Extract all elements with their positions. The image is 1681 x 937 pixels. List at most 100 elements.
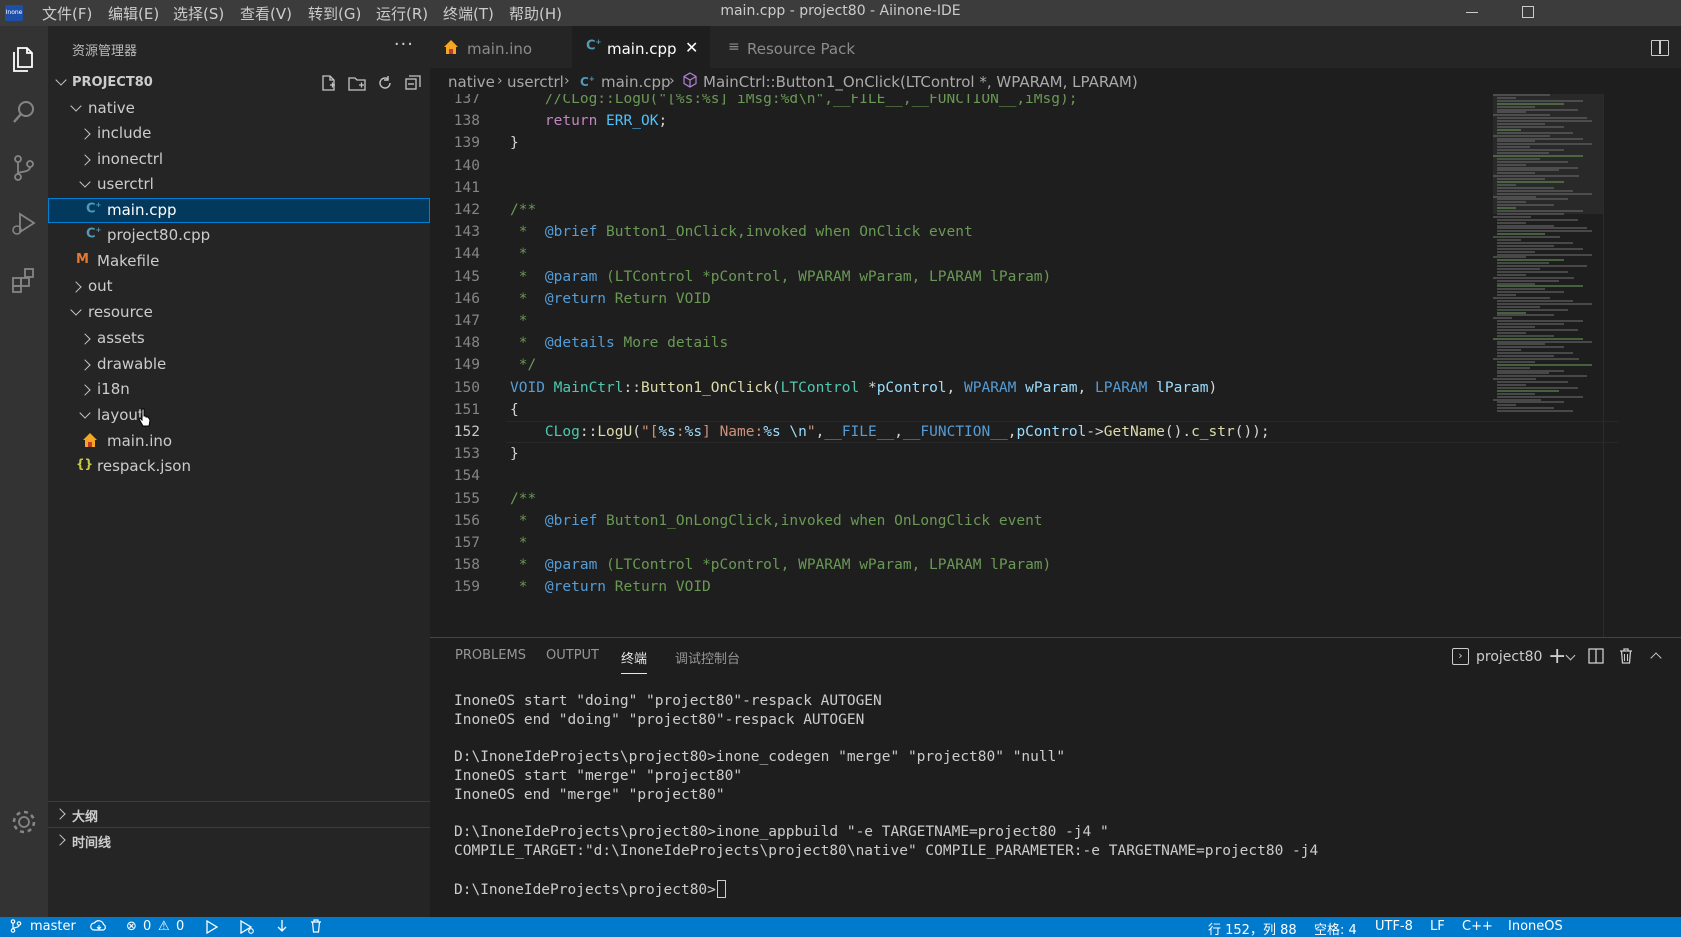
menu-selection[interactable]: 选择(S): [173, 3, 224, 24]
os-indicator[interactable]: InoneOS: [1508, 919, 1563, 934]
code-line[interactable]: 138 return ERR_OK;: [430, 110, 1610, 132]
panel-tab-terminal[interactable]: 终端: [621, 648, 648, 674]
tree-file-main-ino[interactable]: main.ino: [48, 429, 430, 454]
breadcrumb-userctrl[interactable]: userctrl: [507, 73, 564, 91]
menu-view[interactable]: 查看(V): [240, 3, 292, 24]
download-icon[interactable]: [276, 919, 288, 937]
code-line[interactable]: 152 CLog::LogU("[%s:%s] Name:%s \n",__FI…: [430, 421, 1610, 443]
code-line[interactable]: 151 {: [430, 399, 1610, 421]
split-editor-icon[interactable]: [1651, 40, 1669, 56]
outline-section[interactable]: 大纲: [48, 801, 430, 825]
code-line[interactable]: 146 * @return Return VOID: [430, 288, 1610, 310]
end-of-line[interactable]: LF: [1430, 919, 1445, 934]
menu-run[interactable]: 运行(R): [376, 3, 428, 24]
breadcrumb-symbol[interactable]: MainCtrl::Button1_OnClick(LTControl *, W…: [703, 73, 1138, 91]
tree-folder-assets[interactable]: assets: [48, 326, 430, 351]
menu-goto[interactable]: 转到(G): [308, 3, 361, 24]
trash-icon[interactable]: [1618, 648, 1634, 669]
code-line[interactable]: 145 * @param (LTControl *pControl, WPARA…: [430, 266, 1610, 288]
collapse-all-icon[interactable]: [404, 74, 422, 92]
code-line[interactable]: 153}: [430, 443, 1610, 465]
warning-count[interactable]: 0: [176, 919, 184, 934]
tab-main-ino[interactable]: main.ino: [430, 26, 570, 68]
tree-folder-include[interactable]: include: [48, 121, 430, 146]
tree-folder-i18n[interactable]: i18n: [48, 377, 430, 402]
code-line[interactable]: 158 * @param (LTControl *pControl, WPARA…: [430, 554, 1610, 576]
panel-tab-debug-console[interactable]: 调试控制台: [675, 648, 740, 667]
menu-file[interactable]: 文件(F): [42, 3, 92, 24]
debug-run-icon[interactable]: [239, 919, 255, 937]
extensions-icon[interactable]: [8, 264, 40, 296]
error-count[interactable]: 0: [143, 919, 151, 934]
source-control-icon[interactable]: [8, 152, 40, 184]
tree-folder-out[interactable]: out: [48, 274, 430, 299]
tree-folder-inonectrl[interactable]: inonectrl: [48, 147, 430, 172]
panel-tab-problems[interactable]: PROBLEMS: [455, 648, 526, 663]
menu-terminal[interactable]: 终端(T): [443, 3, 494, 24]
sync-cloud-icon[interactable]: [90, 919, 108, 937]
code-line[interactable]: 154: [430, 465, 1610, 487]
panel-tab-output[interactable]: OUTPUT: [546, 648, 599, 663]
code-line[interactable]: 137 //CLog::LogU("[%s:%s] iMsg:%d\n",__F…: [430, 94, 1610, 110]
code-line[interactable]: 143 * @brief Button1_OnClick,invoked whe…: [430, 221, 1610, 243]
indentation[interactable]: 空格: 4: [1314, 919, 1357, 937]
timeline-section[interactable]: 时间线: [48, 827, 430, 851]
code-line[interactable]: 157 *: [430, 532, 1610, 554]
code-line[interactable]: 144 *: [430, 243, 1610, 265]
refresh-icon[interactable]: [376, 74, 394, 92]
explorer-icon[interactable]: [8, 42, 40, 74]
chevron-down-icon[interactable]: [1565, 650, 1576, 661]
trash-icon[interactable]: [310, 919, 322, 937]
code-line[interactable]: 140: [430, 155, 1610, 177]
menu-edit[interactable]: 编辑(E): [108, 3, 159, 24]
breadcrumb-main-cpp[interactable]: main.cpp: [601, 73, 671, 91]
language-mode[interactable]: C++: [1462, 919, 1493, 934]
maximize-panel-icon[interactable]: [1650, 652, 1662, 664]
tree-folder-native[interactable]: native: [48, 96, 430, 121]
code-line[interactable]: 149 */: [430, 354, 1610, 376]
more-actions-icon[interactable]: ···: [394, 34, 414, 55]
error-icon[interactable]: ⊗: [126, 919, 137, 934]
tree-folder-drawable[interactable]: drawable: [48, 352, 430, 377]
tree-file-makefile[interactable]: M Makefile: [48, 249, 430, 274]
search-icon[interactable]: [8, 96, 40, 128]
tree-file-main-cpp[interactable]: C+ main.cpp: [48, 198, 430, 223]
app-logo[interactable]: Inone: [5, 5, 23, 21]
code-line[interactable]: 148 * @details More details: [430, 332, 1610, 354]
code-line[interactable]: 139}: [430, 132, 1610, 154]
project-header[interactable]: PROJECT80: [48, 70, 430, 94]
split-terminal-icon[interactable]: [1488, 648, 1604, 669]
menu-help[interactable]: 帮助(H): [509, 3, 562, 24]
code-line[interactable]: 142 /**: [430, 199, 1610, 221]
maximize-button[interactable]: [1505, 0, 1551, 26]
new-folder-icon[interactable]: [348, 74, 366, 92]
new-file-icon[interactable]: [320, 74, 338, 92]
breadcrumb-native[interactable]: native: [448, 73, 495, 91]
encoding[interactable]: UTF-8: [1375, 919, 1413, 934]
minimap[interactable]: [1493, 94, 1603, 414]
cursor-position[interactable]: 行 152，列 88: [1208, 919, 1297, 937]
code-line[interactable]: 141: [430, 177, 1610, 199]
code-editor[interactable]: 137 //CLog::LogU("[%s:%s] iMsg:%d\n",__F…: [430, 94, 1681, 637]
add-terminal-icon[interactable]: +: [1548, 644, 1566, 669]
warning-icon[interactable]: ⚠: [158, 919, 170, 934]
settings-gear-icon[interactable]: [8, 806, 40, 838]
close-icon[interactable]: ✕: [685, 38, 698, 57]
tree-folder-layout[interactable]: layout: [48, 403, 430, 428]
minimize-button[interactable]: [1449, 0, 1495, 26]
code-line[interactable]: 155 /**: [430, 488, 1610, 510]
tab-main-cpp[interactable]: C+ main.cpp ✕: [572, 26, 710, 68]
tree-file-respack-json[interactable]: {} respack.json: [48, 454, 430, 479]
tree-folder-resource[interactable]: resource: [48, 300, 430, 325]
code-line[interactable]: 147 *: [430, 310, 1610, 332]
code-line[interactable]: 150 VOID MainCtrl::Button1_OnClick(LTCont…: [430, 377, 1610, 399]
run-debug-icon[interactable]: [8, 208, 40, 240]
tree-file-project80-cpp[interactable]: C+ project80.cpp: [48, 223, 430, 248]
code-line[interactable]: 159 * @return Return VOID: [430, 576, 1610, 598]
editor-scrollbar[interactable]: [1603, 94, 1617, 637]
tree-folder-userctrl[interactable]: userctrl: [48, 172, 430, 197]
code-line[interactable]: 156 * @brief Button1_OnLongClick,invoked…: [430, 510, 1610, 532]
run-icon[interactable]: [205, 919, 219, 937]
git-branch[interactable]: master: [30, 919, 76, 934]
tab-resource-pack[interactable]: ≡ Resource Pack: [712, 26, 872, 68]
